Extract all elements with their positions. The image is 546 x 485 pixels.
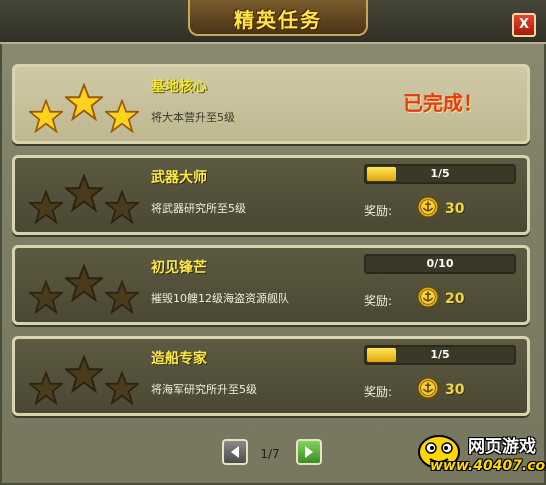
star-icon xyxy=(105,371,139,405)
reward-label: 奖励: xyxy=(364,385,393,399)
mission-name: 武器大师 xyxy=(151,170,207,186)
mission-name: 初见锋芒 xyxy=(151,260,207,276)
star-icon xyxy=(65,83,103,121)
star-icon xyxy=(105,280,139,314)
mission-card-base-core: 基地核心 将大本营升至5级 已完成！ xyxy=(12,64,530,144)
mission-name: 基地核心 xyxy=(151,79,207,95)
star-icon xyxy=(29,190,63,224)
site-watermark: 网页游戏 www.40407.com xyxy=(410,430,546,482)
mission-card-first-strike: 初见锋芒 摧毁10艘12级海盗资源舰队 0/10 奖励: 20 xyxy=(12,245,530,325)
anchor-coin-icon xyxy=(417,286,439,308)
reward-value: 30 xyxy=(445,382,465,398)
star-icon xyxy=(29,371,63,405)
title-plate: 精英任务 xyxy=(188,0,368,36)
mission-window: 精英任务 X 基地核心 将大本营升至5级 已完成！ 武器大师 将武器研究所至5级… xyxy=(0,0,546,485)
mission-card-shipbuilding-expert: 造船专家 将海军研究所升至5级 1/5 奖励: 30 xyxy=(12,336,530,416)
watermark-url: www.40407.com xyxy=(430,458,546,474)
mission-stars xyxy=(29,254,139,316)
mission-description: 将武器研究所至5级 xyxy=(151,202,246,215)
mission-stars xyxy=(29,73,139,135)
reward-value: 30 xyxy=(445,201,465,217)
mission-complete-label: 已完成！ xyxy=(403,91,483,115)
reward-label: 奖励: xyxy=(364,204,393,218)
watermark-name: 网页游戏 xyxy=(468,437,536,457)
progress-bar: 1/5 xyxy=(364,345,516,365)
mission-card-weapon-master: 武器大师 将武器研究所至5级 1/5 奖励: 30 xyxy=(12,155,530,235)
mission-description: 将大本营升至5级 xyxy=(151,111,235,124)
star-icon xyxy=(105,99,139,133)
previous-page-button[interactable] xyxy=(222,439,248,465)
star-icon xyxy=(65,174,103,212)
mission-description: 摧毁10艘12级海盗资源舰队 xyxy=(151,292,289,305)
mission-stars xyxy=(29,164,139,226)
star-icon xyxy=(29,280,63,314)
arrow-right-icon xyxy=(305,446,313,458)
pagination: 1/7 xyxy=(218,439,328,465)
anchor-coin-icon xyxy=(417,196,439,218)
progress-text: 1/5 xyxy=(430,167,450,180)
star-icon xyxy=(65,264,103,302)
page-indicator: 1/7 xyxy=(260,447,280,461)
progress-bar: 1/5 xyxy=(364,164,516,184)
mission-stars xyxy=(29,345,139,407)
star-icon xyxy=(29,99,63,133)
reward-value: 20 xyxy=(445,291,465,307)
progress-text: 0/10 xyxy=(426,257,454,270)
star-icon xyxy=(65,355,103,393)
next-page-button[interactable] xyxy=(296,439,322,465)
anchor-coin-icon xyxy=(417,377,439,399)
arrow-left-icon xyxy=(231,446,239,458)
progress-bar: 0/10 xyxy=(364,254,516,274)
reward-label: 奖励: xyxy=(364,294,393,308)
progress-text: 1/5 xyxy=(430,348,450,361)
star-icon xyxy=(105,190,139,224)
mission-description: 将海军研究所升至5级 xyxy=(151,383,257,396)
mission-name: 造船专家 xyxy=(151,351,207,367)
window-title: 精英任务 xyxy=(234,8,322,32)
close-button[interactable]: X xyxy=(512,13,536,37)
